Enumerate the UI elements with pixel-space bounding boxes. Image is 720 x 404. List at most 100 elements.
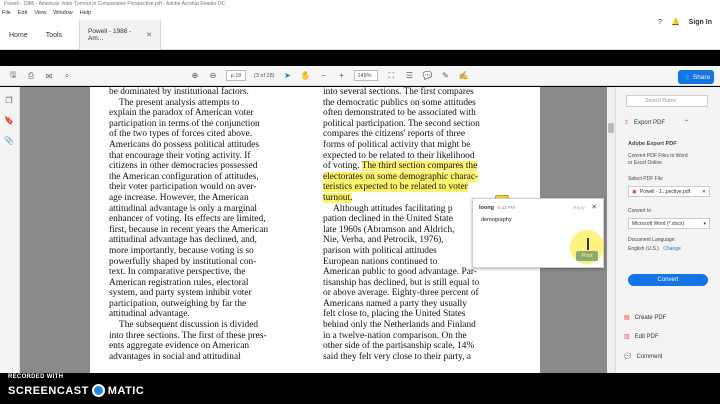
toolbar-left: 🖫 ⎙ ✉ ⌕ (8, 70, 72, 81)
select-cursor-icon[interactable]: ➤ (282, 71, 292, 81)
page-down-icon[interactable]: ⊖ (208, 71, 218, 81)
watermark-line-1: RECORDED WITH (8, 374, 64, 380)
edit-pdf-label: Edit PDF (634, 333, 659, 340)
text-line: compares the citizens' reports of three (323, 129, 465, 140)
export-pdf-label: Export PDF (634, 119, 666, 126)
create-pdf-tool[interactable]: ▤ Create PDF (624, 314, 667, 322)
export-pdf-icon: ⇪ (624, 120, 630, 126)
tab-home[interactable]: Home (0, 20, 37, 50)
convert-to-label: Convert to (628, 208, 652, 214)
close-icon[interactable]: ✕ (702, 189, 706, 195)
hand-icon[interactable]: ✋ (300, 71, 311, 81)
sign-in-button[interactable]: Sign In (689, 19, 712, 26)
text-line: Americans do possess political attitudes (109, 139, 259, 150)
adobe-export-title: Adobe Export PDF (628, 141, 677, 147)
close-icon[interactable]: ✕ (591, 203, 597, 211)
chevron-down-icon: ▾ (703, 220, 706, 227)
pen-icon[interactable]: ✎ (440, 71, 450, 81)
selected-file-field[interactable]: ▣ Powell - 1...pective.pdf ✕ (628, 186, 710, 197)
save-icon[interactable]: 🖫 (8, 70, 18, 81)
text-line: The present analysis attempts to (119, 97, 240, 108)
text-line-highlighted[interactable]: electorates on some demographic charac- (323, 171, 519, 183)
selected-file-name: Powell - 1...pective.pdf (639, 188, 691, 195)
window-title: Powell - 1986 - American Voter Turnout i… (0, 0, 720, 8)
text-line: age increase. However, the American (109, 192, 249, 203)
header-right-tools: ? 🔔 Sign In (658, 18, 712, 27)
highlight-fragment[interactable]: The third section compares the (361, 161, 478, 172)
text-line: of the two types of forces cited above. (109, 129, 253, 140)
convert-to-select[interactable]: Microsoft Word (*.docx) ▾ (628, 218, 710, 229)
pages-icon[interactable]: ❐ (4, 95, 14, 105)
text-line: be dominated by institutional factors. (109, 87, 249, 97)
chevron-up-icon[interactable]: ⌃ (684, 119, 689, 126)
close-icon[interactable]: ✕ (146, 31, 152, 39)
text-line: forms of political activity that might b… (323, 139, 471, 150)
text-line: into three sections. The first of these … (109, 330, 267, 341)
tab-tools[interactable]: Tools (37, 20, 71, 50)
help-icon[interactable]: ? (658, 19, 662, 26)
share-icon: 👥 (681, 74, 690, 81)
page-up-icon[interactable]: ⊕ (190, 71, 200, 81)
page-number-input[interactable]: p.18 (226, 70, 246, 81)
comment-text-input[interactable]: demography (481, 217, 512, 223)
search-icon[interactable]: ⌕ (62, 71, 72, 81)
text-line-highlighted[interactable]: of voting. The third section compares th… (323, 161, 519, 172)
zoom-level[interactable]: 148% (354, 70, 379, 81)
text-line: powerfully shaped by institutional con- (109, 256, 257, 267)
text-line: often demonstrated to be associated with (323, 108, 476, 119)
text-column-left: be dominated by institutional factors. T… (109, 87, 306, 362)
menu-file[interactable]: File (2, 10, 11, 16)
fit-page-icon[interactable]: ⛶ (386, 71, 396, 81)
text-line: American registration rules, electoral (109, 277, 249, 288)
highlight-fragment[interactable]: turnout. (323, 192, 353, 203)
menu-view[interactable]: View (34, 10, 46, 16)
tools-search-input[interactable]: Search 'Bates' (626, 95, 708, 107)
select-pdf-label: Select PDF File (628, 176, 663, 182)
mail-icon[interactable]: ✉ (44, 71, 54, 81)
text-fragment: of voting. (323, 161, 362, 172)
menu-edit[interactable]: Edit (18, 10, 27, 16)
document-language-value: English (U.S.) (628, 246, 659, 252)
text-line: tisanship has declined, but is still equ… (323, 277, 480, 288)
create-pdf-label: Create PDF (634, 314, 667, 321)
convert-button[interactable]: Convert (628, 274, 708, 286)
toolbar-center: ⊕ ⊖ p.18 (3 of 28) ➤ ✋ − + 148% ⛶ ☰ 💬 ✎ … (190, 70, 468, 81)
tab-document[interactable]: Powell - 1986 - Am... ✕ (79, 20, 162, 50)
comment-tool[interactable]: 💬 Comment (624, 353, 663, 361)
text-line: explain the paradox of American voter (109, 108, 254, 119)
share-button[interactable]: 👥 Share (678, 70, 714, 84)
text-line: their voter participation would on aver- (109, 182, 257, 193)
bell-icon[interactable]: 🔔 (671, 18, 680, 26)
watermark-word-1: SCREENCAST (8, 384, 89, 397)
scrollbar-thumb[interactable] (608, 123, 614, 133)
text-line: the American configuration of attitudes, (109, 171, 259, 182)
page-count: (3 of 28) (254, 72, 275, 79)
tab-document-label: Powell - 1986 - Am... (88, 28, 132, 42)
reply-button[interactable]: Reply (573, 205, 585, 210)
menu-window[interactable]: Window (53, 10, 73, 16)
text-line: the democratic publics on some attitudes (323, 97, 476, 108)
zoom-out-icon[interactable]: − (318, 71, 328, 81)
comment-tool-label: Comment (636, 353, 663, 360)
text-line: attitudinal advantage has declined, and, (109, 235, 257, 246)
bookmark-icon[interactable]: 🔖 (4, 115, 14, 125)
menu-help[interactable]: Help (80, 10, 91, 16)
text-line: behind only the Netherlands and Finland (323, 320, 476, 331)
watermark-word-2: MATIC (107, 384, 145, 397)
export-pdf-tool[interactable]: ⇪ Export PDF ⌃ (624, 119, 689, 127)
edit-pdf-tool[interactable]: ▥ Edit PDF (624, 333, 659, 341)
menu-bar: File Edit View Window Help Home Tools Po… (0, 8, 720, 50)
vertical-scrollbar[interactable] (607, 87, 615, 373)
text-line: into several sections. The first compare… (323, 87, 474, 97)
scroll-mode-icon[interactable]: ☰ (404, 71, 414, 81)
print-icon[interactable]: ⎙ (26, 71, 36, 81)
highlight-fragment[interactable]: electorates on some demographic charac- (323, 171, 479, 182)
text-line: attitudinal advantage. (109, 309, 190, 320)
change-language-link[interactable]: Change (663, 246, 681, 252)
sign-icon[interactable]: ✍ (458, 71, 469, 81)
text-line-highlighted[interactable]: teristics expected to be related to vote… (323, 182, 519, 193)
zoom-in-icon[interactable]: + (336, 71, 346, 81)
highlight-fragment[interactable]: teristics expected to be related to vote… (323, 182, 468, 193)
attachment-icon[interactable]: 📎 (4, 135, 14, 145)
comment-tool-icon[interactable]: 💬 (422, 71, 433, 81)
